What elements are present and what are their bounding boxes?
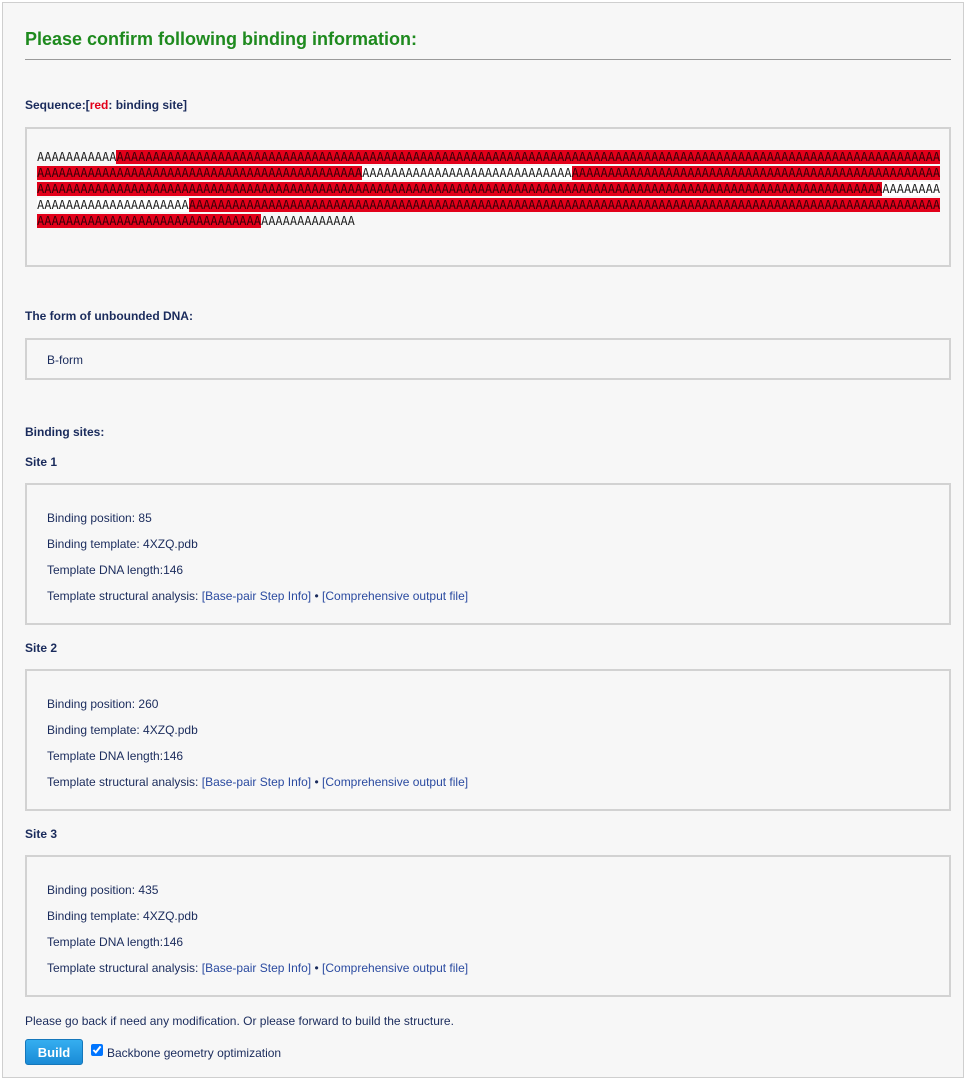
main-panel: Please confirm following binding informa…: [2, 2, 964, 1078]
sequence-segment: AAAAAAAAAAAAA: [260, 214, 355, 228]
binding-template: Binding template: 4XZQ.pdb: [47, 909, 198, 923]
dna-form-label: The form of unbounded DNA:: [25, 309, 193, 323]
comprehensive-output-link[interactable]: [Comprehensive output file]: [322, 775, 468, 789]
binding-template: Binding template: 4XZQ.pdb: [47, 537, 198, 551]
base-pair-step-link[interactable]: [Base-pair Step Info]: [202, 961, 311, 975]
link-separator: •: [311, 775, 323, 789]
backbone-optimization-checkbox[interactable]: [91, 1044, 103, 1056]
site-box: Binding position: 260 Binding template: …: [25, 669, 951, 811]
sequence-label: Sequence:[red: binding site]: [25, 98, 187, 112]
sequence-label-suffix: : binding site]: [108, 98, 188, 112]
structural-analysis: Template structural analysis: [Base-pair…: [47, 589, 468, 603]
site-box: Binding position: 435 Binding template: …: [25, 855, 951, 997]
structural-analysis-label: Template structural analysis:: [47, 775, 202, 789]
binding-sites-label: Binding sites:: [25, 425, 105, 439]
structural-analysis: Template structural analysis: [Base-pair…: [47, 775, 468, 789]
site-box: Binding position: 85 Binding template: 4…: [25, 483, 951, 625]
site-title: Site 3: [25, 827, 58, 841]
dna-form-value: B-form: [47, 353, 83, 367]
template-dna-length: Template DNA length:146: [47, 563, 184, 577]
sequence-segment: AAAAAAAAAAAAAAAAAAAAAAAAAAAAA: [362, 166, 572, 180]
backbone-optimization-label: Backbone geometry optimization: [107, 1046, 282, 1060]
structural-analysis-label: Template structural analysis:: [47, 961, 202, 975]
base-pair-step-link[interactable]: [Base-pair Step Info]: [202, 589, 311, 603]
site-title: Site 1: [25, 455, 58, 469]
binding-position: Binding position: 260: [47, 697, 159, 711]
binding-position: Binding position: 435: [47, 883, 159, 897]
sequence-label-prefix: Sequence:[: [25, 98, 90, 112]
link-separator: •: [311, 961, 323, 975]
binding-template: Binding template: 4XZQ.pdb: [47, 723, 198, 737]
instruction-note: Please go back if need any modification.…: [25, 1014, 454, 1028]
link-separator: •: [311, 589, 323, 603]
structural-analysis-label: Template structural analysis:: [47, 589, 202, 603]
sequence-label-red: red: [89, 98, 109, 112]
base-pair-step-link[interactable]: [Base-pair Step Info]: [202, 775, 311, 789]
dna-form-box: B-form: [25, 338, 951, 380]
template-dna-length: Template DNA length:146: [47, 935, 184, 949]
binding-position: Binding position: 85: [47, 511, 152, 525]
title-divider: [25, 59, 951, 60]
sequence-segment: AAAAAAAAAAA: [37, 150, 117, 164]
page-title: Please confirm following binding informa…: [25, 29, 418, 49]
sequence-text: AAAAAAAAAAAAAAAAAAAAAAAAAAAAAAAAAAAAAAAA…: [37, 149, 941, 229]
comprehensive-output-link[interactable]: [Comprehensive output file]: [322, 961, 468, 975]
site-title: Site 2: [25, 641, 58, 655]
sequence-box: AAAAAAAAAAAAAAAAAAAAAAAAAAAAAAAAAAAAAAAA…: [25, 127, 951, 267]
comprehensive-output-link[interactable]: [Comprehensive output file]: [322, 589, 468, 603]
template-dna-length: Template DNA length:146: [47, 749, 184, 763]
build-button[interactable]: Build: [25, 1039, 83, 1065]
structural-analysis: Template structural analysis: [Base-pair…: [47, 961, 468, 975]
